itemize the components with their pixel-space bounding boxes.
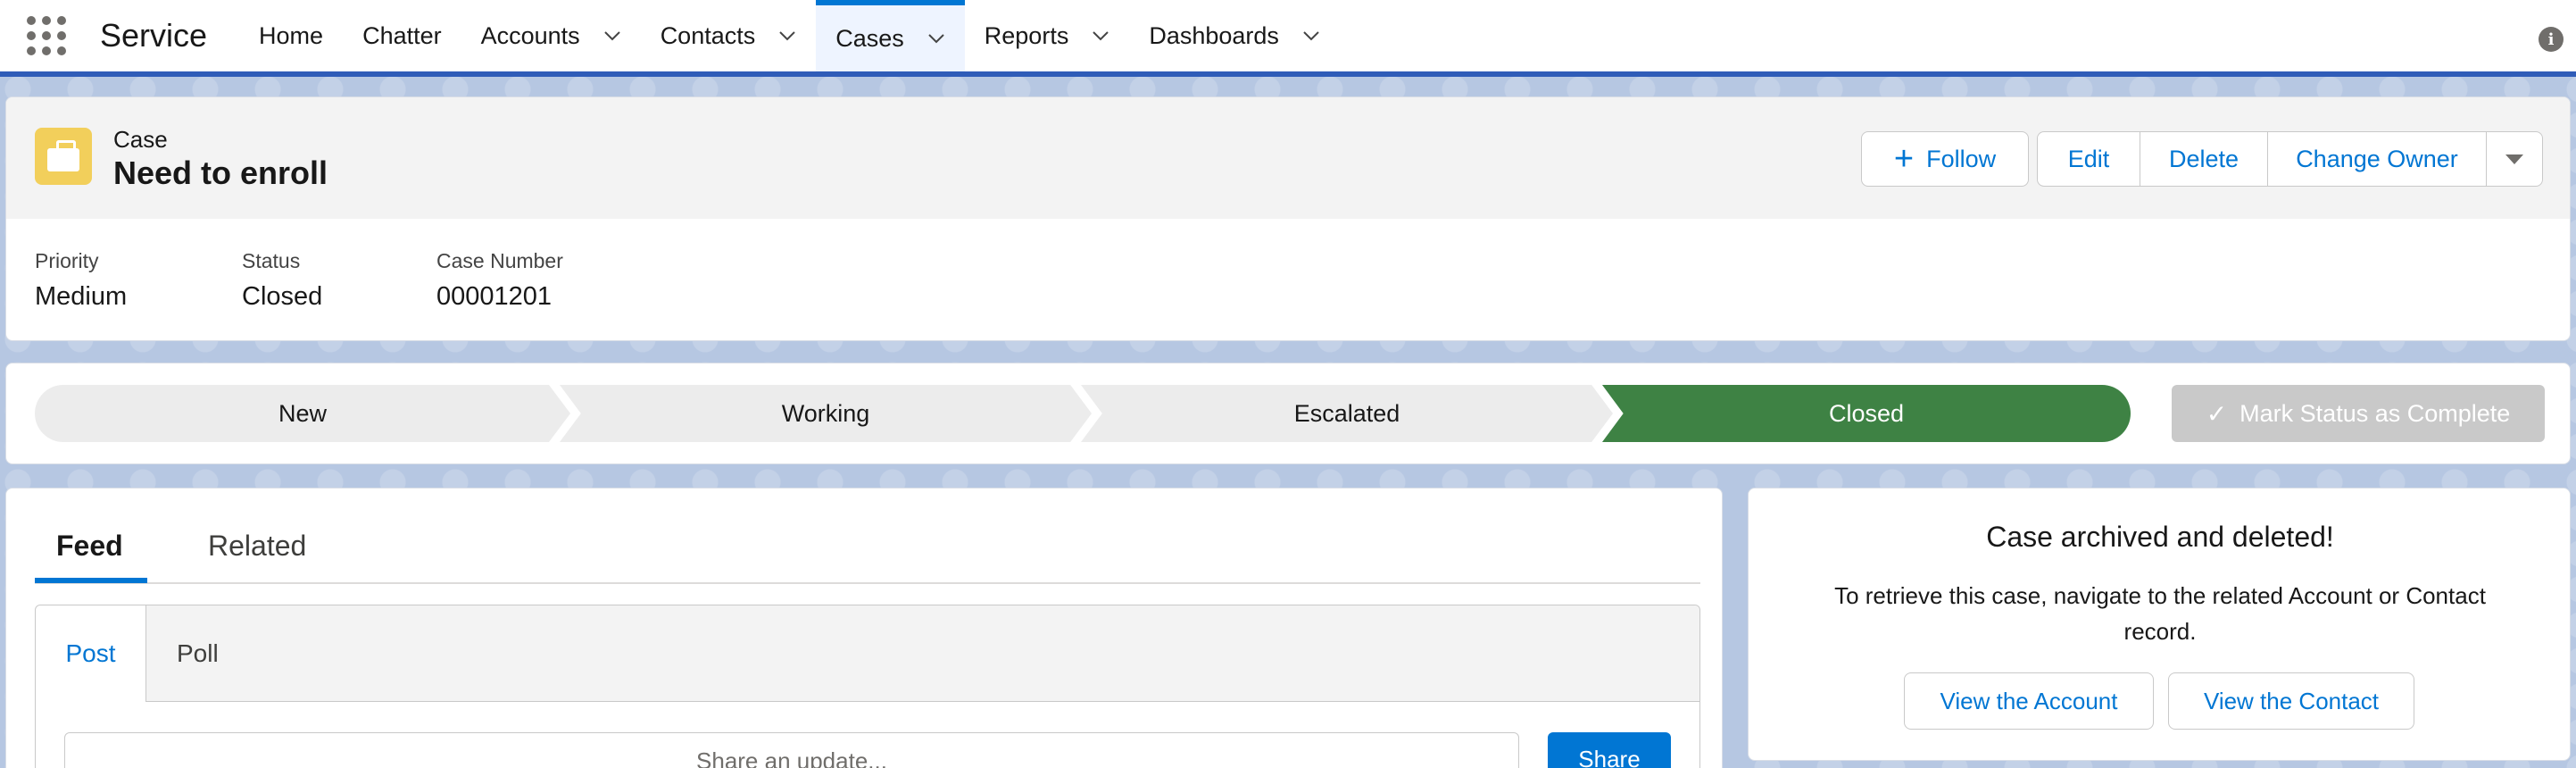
nav-item-accounts[interactable]: Accounts [461,0,641,71]
field-value: Closed [242,282,323,311]
tabs-divider [35,582,1700,584]
record-title: Need to enroll [113,154,328,191]
tab-feed[interactable]: Feed [56,530,123,563]
nav-item-label: Chatter [362,21,442,49]
field-label: Case Number [436,249,563,272]
nav-item-label: Home [259,21,324,49]
view-contact-button[interactable]: View the Contact [2168,672,2414,730]
status-path: New Working Escalated Closed ✓ Mark Stat… [5,363,2571,464]
path-stage-escalated[interactable]: Escalated [1081,385,1613,442]
archive-title: Case archived and deleted! [1986,521,2334,553]
nav-item-cases[interactable]: Cases [816,0,965,71]
caret-down-icon [2505,154,2523,164]
nav-item-home[interactable]: Home [239,0,343,71]
more-actions-button[interactable] [2486,131,2543,187]
follow-label: Follow [1926,145,1997,172]
publisher-tab-poll[interactable]: Poll [177,639,219,668]
chevron-down-icon[interactable] [1302,27,1320,45]
field-label: Status [242,249,301,272]
chevron-down-icon[interactable] [1092,27,1109,45]
chevron-down-icon[interactable] [778,27,796,45]
global-nav: Service Home Chatter Accounts Contacts C… [0,0,2576,71]
tab-related[interactable]: Related [208,530,306,563]
path-stage-new[interactable]: New [35,385,570,442]
nav-item-label: Cases [835,24,904,52]
field-status: Status Closed [242,249,322,312]
active-tab-indicator [35,578,147,583]
field-label: Priority [35,249,99,272]
object-label: Case [113,126,168,153]
field-value: Medium [35,282,128,311]
view-account-button[interactable]: View the Account [1904,672,2154,730]
field-case-number: Case Number 00001201 [436,249,563,312]
nav-item-dashboards[interactable]: Dashboards [1129,0,1340,71]
case-icon [35,128,92,185]
publisher-tabs: Post Poll [36,605,1699,702]
info-icon[interactable]: i [2539,27,2564,52]
follow-button[interactable]: + Follow [1861,131,2029,187]
field-value: 00001201 [436,282,553,311]
publisher-tab-post[interactable]: Post [36,605,146,702]
nav-item-chatter[interactable]: Chatter [343,0,461,71]
field-priority: Priority Medium [35,249,127,312]
record-header-highlights: Case Need to enroll + Follow Edit Delete… [6,97,2570,219]
archive-message: To retrieve this case, navigate to the r… [1834,582,2486,645]
path-stage-working[interactable]: Working [560,385,1092,442]
archive-notice-card: Case archived and deleted! To retrieve t… [1748,488,2571,761]
record-header: Case Need to enroll + Follow Edit Delete… [5,96,2571,341]
mark-complete-label: Mark Status as Complete [2239,399,2511,427]
delete-button[interactable]: Delete [2140,131,2268,187]
app-launcher-icon[interactable] [25,14,68,57]
plus-icon: + [1893,140,1915,178]
chevron-down-icon[interactable] [927,29,945,47]
edit-button[interactable]: Edit [2037,131,2140,187]
mark-status-complete-button[interactable]: ✓ Mark Status as Complete [2172,385,2545,442]
feed-panel: Feed Related Post Poll Share an update..… [5,488,1723,768]
nav-item-label: Dashboards [1149,21,1279,49]
nav-item-contacts[interactable]: Contacts [641,0,817,71]
publisher: Post Poll Share an update... Share [35,605,1700,768]
nav-item-label: Reports [984,21,1069,49]
change-owner-button[interactable]: Change Owner [2267,131,2487,187]
share-button[interactable]: Share [1548,732,1671,768]
nav-item-reports[interactable]: Reports [965,0,1130,71]
path-stage-closed[interactable]: Closed [1602,385,2131,442]
nav-item-label: Contacts [660,21,756,49]
nav-item-label: Accounts [480,21,580,49]
nav-accent-bar [0,71,2576,77]
app-name: Service [100,17,208,54]
share-update-input[interactable]: Share an update... [64,732,1519,768]
check-icon: ✓ [2206,399,2228,428]
chevron-down-icon[interactable] [603,27,621,45]
